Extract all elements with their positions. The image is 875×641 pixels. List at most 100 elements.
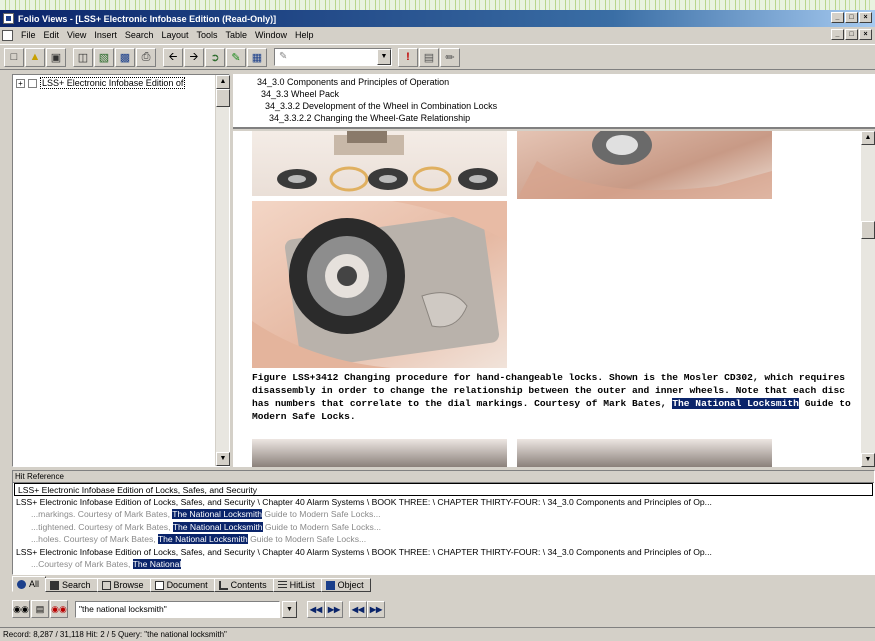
figure-photo-lock-disassembly bbox=[252, 201, 507, 368]
snippet-text: ...holes. Courtesy of Mark Bates, bbox=[31, 534, 158, 544]
scroll-up-icon[interactable]: ▲ bbox=[216, 75, 230, 89]
title-bar: Folio Views - [LSS+ Electronic Infobase … bbox=[0, 10, 875, 27]
menu-tools[interactable]: Tools bbox=[192, 30, 221, 40]
window-title: Folio Views - [LSS+ Electronic Infobase … bbox=[18, 13, 277, 24]
query-options-icon[interactable]: ▤ bbox=[31, 600, 49, 618]
document-scrollbar[interactable]: ▲ ▼ bbox=[861, 131, 875, 467]
view-icon[interactable]: ▦ bbox=[247, 47, 267, 67]
hit-row-snippet[interactable]: ...Courtesy of Mark Bates, The National bbox=[13, 558, 874, 571]
snippet-text: ...markings. Courtesy of Mark Bates, bbox=[31, 509, 173, 519]
scroll-thumb[interactable] bbox=[216, 89, 230, 107]
tree-root[interactable]: + LSS+ Electronic Infobase Edition of bbox=[16, 77, 186, 89]
snippet-text-end: Guide to Modern Safe Locks... bbox=[262, 509, 381, 519]
link-icon[interactable]: ▤ bbox=[419, 47, 439, 67]
hit-row-snippet[interactable]: ...markings. Courtesy of Mark Bates, The… bbox=[13, 508, 874, 521]
document-icon bbox=[154, 580, 164, 590]
menu-search[interactable]: Search bbox=[121, 30, 158, 40]
hit-row-snippet[interactable]: ...tightened. Courtesy of Mark Bates, Th… bbox=[13, 521, 874, 534]
breadcrumb-level-1[interactable]: 34_3.0 Components and Principles of Oper… bbox=[257, 77, 449, 87]
printer-icon[interactable]: ⎙ bbox=[136, 47, 156, 67]
exclamation-icon[interactable]: ! bbox=[398, 47, 418, 67]
search-hit-highlight[interactable]: The National Locksmith bbox=[672, 398, 799, 409]
close-button[interactable]: × bbox=[859, 12, 872, 23]
next-hit-button[interactable]: ▶▶ bbox=[367, 600, 385, 618]
tab-all[interactable]: All bbox=[12, 576, 47, 592]
highlighter-icon[interactable]: ✎ bbox=[226, 47, 246, 67]
tab-object[interactable]: Object bbox=[320, 578, 371, 592]
hit-reference-title: Hit Reference bbox=[13, 471, 874, 483]
hit-reference-pane[interactable]: Hit Reference LSS+ Electronic Infobase E… bbox=[12, 470, 875, 575]
menu-insert[interactable]: Insert bbox=[90, 30, 121, 40]
menu-edit[interactable]: Edit bbox=[40, 30, 64, 40]
doc-close-button[interactable]: × bbox=[859, 29, 872, 40]
scroll-thumb[interactable] bbox=[861, 221, 875, 239]
forward-icon[interactable]: 🡪 bbox=[184, 47, 204, 67]
snippet-highlight: The National Locksmith bbox=[157, 534, 248, 544]
query-input[interactable]: "the national locksmith" bbox=[75, 600, 280, 618]
document-menu-icon[interactable] bbox=[2, 29, 13, 41]
toolbar: □ ▲ ▣ ◫ ▧ ▩ ⎙ 🡨 🡪 ➲ ✎ ▦ ✎ ▼ ! ▤ ✏ bbox=[0, 44, 875, 70]
hit-row-snippet[interactable]: ...holes. Courtesy of Mark Bates, The Na… bbox=[13, 533, 874, 546]
breadcrumb-level-4[interactable]: 34_3.3.2.2 Changing the Wheel-Gate Relat… bbox=[269, 113, 470, 123]
tab-browse[interactable]: Browse bbox=[96, 578, 151, 592]
binoculars-icon[interactable]: ◉◉ bbox=[12, 600, 30, 618]
tree-root-label[interactable]: LSS+ Electronic Infobase Edition of bbox=[40, 77, 186, 89]
new-icon[interactable]: □ bbox=[4, 47, 24, 67]
next-document-hit-button[interactable]: ▶▶ bbox=[325, 600, 343, 618]
minimize-button[interactable]: _ bbox=[831, 12, 844, 23]
snippet-text: ...tightened. Courtesy of Mark Bates, bbox=[31, 521, 173, 532]
tab-search[interactable]: Search bbox=[45, 578, 98, 592]
hit-row-path[interactable]: LSS+ Electronic Infobase Edition of Lock… bbox=[13, 546, 874, 559]
style-combo[interactable]: ✎ ▼ bbox=[274, 48, 392, 66]
contents-tree-pane[interactable]: + LSS+ Electronic Infobase Edition of ▲ … bbox=[12, 74, 230, 467]
previous-hit-button[interactable]: ◀◀ bbox=[349, 600, 367, 618]
tab-label: Search bbox=[62, 580, 91, 590]
tab-document[interactable]: Document bbox=[149, 578, 215, 592]
menu-help[interactable]: Help bbox=[291, 30, 318, 40]
chevron-down-icon[interactable]: ▼ bbox=[282, 600, 297, 618]
menu-layout[interactable]: Layout bbox=[157, 30, 192, 40]
hit-row-selected[interactable]: LSS+ Electronic Infobase Edition of Lock… bbox=[14, 483, 873, 496]
jump-icon[interactable]: ➲ bbox=[205, 47, 225, 67]
menu-window[interactable]: Window bbox=[251, 30, 291, 40]
binoculars-icon bbox=[50, 580, 60, 590]
figure-photo-wheel-parts bbox=[252, 131, 507, 196]
breadcrumb-level-2[interactable]: 34_3.3 Wheel Pack bbox=[261, 89, 339, 99]
menu-view[interactable]: View bbox=[63, 30, 90, 40]
tab-contents[interactable]: Contents bbox=[213, 578, 274, 592]
print-preview-icon[interactable]: ▧ bbox=[94, 47, 114, 67]
menu-file[interactable]: File bbox=[17, 30, 40, 40]
breadcrumb-level-3[interactable]: 34_3.3.2 Development of the Wheel in Com… bbox=[265, 101, 497, 111]
tree-scrollbar[interactable]: ▲ ▼ bbox=[215, 75, 230, 466]
location-pane: 34_3.0 Components and Principles of Oper… bbox=[233, 74, 875, 129]
tab-label: All bbox=[29, 579, 40, 589]
doc-minimize-button[interactable]: _ bbox=[831, 29, 844, 40]
hit-row-path[interactable]: LSS+ Electronic Infobase Edition of Lock… bbox=[13, 496, 874, 509]
view-tab-bar: All Search Browse Document Contents HitL… bbox=[12, 576, 875, 592]
tab-hitlist[interactable]: HitList bbox=[272, 578, 322, 592]
previous-document-hit-button[interactable]: ◀◀ bbox=[307, 600, 325, 618]
app-icon[interactable] bbox=[3, 13, 14, 24]
image-icon[interactable]: ▩ bbox=[115, 47, 135, 67]
print-icon[interactable]: ◫ bbox=[73, 47, 93, 67]
doc-restore-button[interactable]: □ bbox=[845, 29, 858, 40]
chevron-down-icon[interactable]: ▼ bbox=[377, 49, 391, 65]
globe-icon bbox=[17, 579, 26, 589]
tab-label: HitList bbox=[289, 580, 315, 590]
scroll-down-icon[interactable]: ▼ bbox=[216, 452, 230, 466]
object-icon bbox=[325, 580, 335, 590]
status-bar: Record: 8,287 / 31,118 Hit: 2 / 5 Query:… bbox=[0, 627, 875, 641]
scroll-down-icon[interactable]: ▼ bbox=[861, 453, 875, 467]
document-pane[interactable]: Figure LSS+3412 Changing procedure for h… bbox=[233, 131, 875, 467]
open-icon[interactable]: ▲ bbox=[25, 47, 45, 67]
expand-icon[interactable]: + bbox=[16, 78, 25, 88]
back-icon[interactable]: 🡨 bbox=[163, 47, 183, 67]
tab-label: Browse bbox=[113, 580, 144, 590]
checkbox[interactable] bbox=[28, 78, 37, 88]
advanced-search-icon[interactable]: ◉◉ bbox=[50, 600, 68, 618]
scroll-up-icon[interactable]: ▲ bbox=[861, 131, 875, 145]
pen-icon[interactable]: ✏ bbox=[440, 47, 460, 67]
save-icon[interactable]: ▣ bbox=[46, 47, 66, 67]
maximize-button[interactable]: □ bbox=[845, 12, 858, 23]
menu-table[interactable]: Table bbox=[221, 30, 251, 40]
